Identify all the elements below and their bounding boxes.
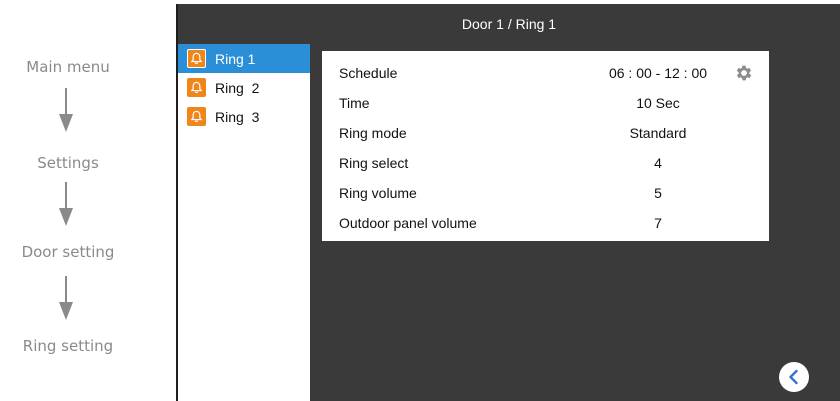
row-label: Time bbox=[339, 95, 370, 111]
gear-icon[interactable] bbox=[734, 63, 754, 83]
ring-mode-row[interactable]: Ring mode Standard bbox=[322, 117, 769, 147]
sidebar-item-ring-2[interactable]: Ring 2 bbox=[178, 73, 310, 102]
row-value: 10 Sec bbox=[636, 95, 680, 111]
bell-icon bbox=[187, 78, 206, 97]
row-value: 4 bbox=[654, 155, 662, 171]
device-screen: Door 1 / Ring 1 Ring 1 Ring 2 Ring 3 Sch… bbox=[176, 4, 840, 401]
row-label: Schedule bbox=[339, 65, 398, 81]
row-value: Standard bbox=[629, 125, 687, 141]
row-label: Ring select bbox=[339, 155, 409, 171]
sidebar-item-label: Ring 3 bbox=[215, 108, 260, 125]
ring-list: Ring 1 Ring 2 Ring 3 bbox=[178, 44, 310, 401]
sidebar-item-ring-3[interactable]: Ring 3 bbox=[178, 102, 310, 131]
outdoor-panel-volume-row[interactable]: Outdoor panel volume 7 bbox=[322, 207, 769, 237]
flow-step-settings: Settings bbox=[37, 154, 99, 172]
row-label: Outdoor panel volume bbox=[339, 215, 477, 231]
bell-icon bbox=[187, 107, 206, 126]
ring-settings-panel: Schedule 06 : 00 - 12 : 00 Time 10 Sec R… bbox=[322, 51, 769, 241]
time-row[interactable]: Time 10 Sec bbox=[322, 87, 769, 117]
flow-step-ring-setting: Ring setting bbox=[22, 337, 114, 355]
flow-step-door-setting: Door setting bbox=[21, 243, 115, 261]
row-value: 7 bbox=[654, 215, 662, 231]
arrow-down-icon bbox=[59, 276, 73, 320]
back-button[interactable] bbox=[779, 362, 809, 392]
row-label: Ring mode bbox=[339, 125, 407, 141]
row-value: 06 : 00 - 12 : 00 bbox=[608, 65, 708, 81]
ring-select-row[interactable]: Ring select 4 bbox=[322, 147, 769, 177]
sidebar-item-label: Ring 1 bbox=[215, 50, 256, 67]
row-label: Ring volume bbox=[339, 185, 417, 201]
sidebar-item-ring-1[interactable]: Ring 1 bbox=[178, 44, 310, 73]
flow-step-main-menu: Main menu bbox=[26, 58, 110, 76]
page-title: Door 1 / Ring 1 bbox=[461, 16, 557, 32]
arrow-down-icon bbox=[59, 182, 73, 226]
ring-volume-row[interactable]: Ring volume 5 bbox=[322, 177, 769, 207]
chevron-left-icon bbox=[789, 369, 798, 385]
row-value: 5 bbox=[654, 185, 662, 201]
schedule-row[interactable]: Schedule 06 : 00 - 12 : 00 bbox=[322, 57, 769, 87]
arrow-down-icon bbox=[59, 88, 73, 132]
navigation-flow: Main menu Settings Door setting Ring set… bbox=[0, 0, 176, 401]
sidebar-item-label: Ring 2 bbox=[215, 79, 260, 96]
bell-icon bbox=[187, 49, 206, 68]
